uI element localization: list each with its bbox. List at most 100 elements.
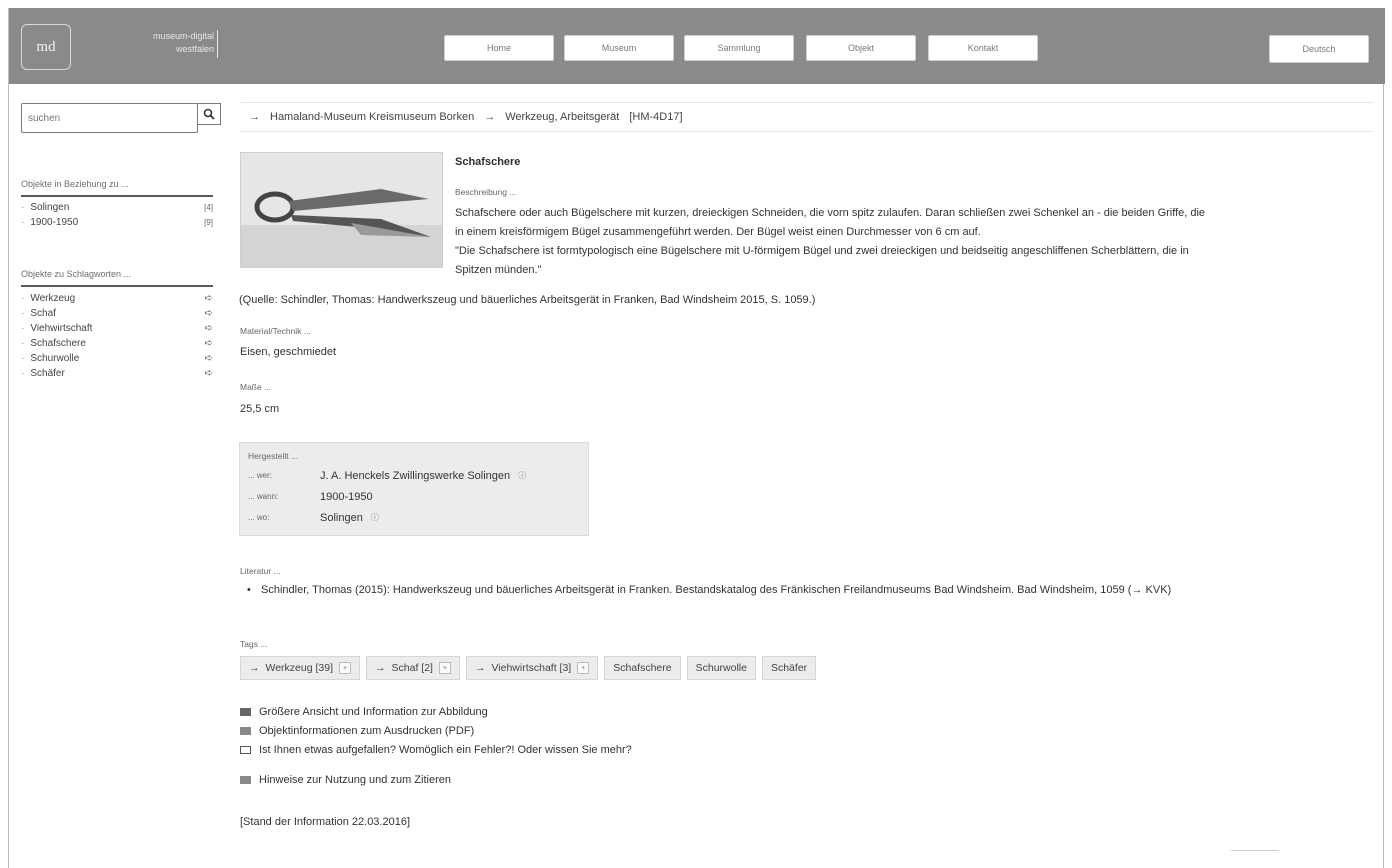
keywords-list: Werkzeug ➪ Schaf ➪ Viehwirtschaft ➪ Schafsc… bbox=[21, 291, 213, 381]
keyword-label: Schurwolle bbox=[21, 353, 79, 364]
object-image[interactable] bbox=[240, 152, 443, 268]
related-item-label: Solingen bbox=[21, 202, 69, 213]
nav-sammlung-button[interactable]: Sammlung bbox=[684, 35, 794, 61]
object-links: Größere Ansicht und Information zur Abbi… bbox=[240, 702, 632, 759]
production-who-key: ... wer: bbox=[248, 471, 273, 480]
page-frame: md museum-digital westfalen Home Museum … bbox=[8, 8, 1385, 868]
mail-icon bbox=[240, 745, 251, 754]
keyword-item-schaefer[interactable]: Schäfer ➪ bbox=[21, 366, 213, 381]
related-list: Solingen [4] 1900-1950 [9] bbox=[21, 200, 213, 230]
info-date: [Stand der Information 22.03.2016] bbox=[240, 816, 411, 828]
keyword-label: Schafschere bbox=[21, 338, 86, 349]
description-label: Beschreibung ... bbox=[455, 187, 517, 197]
link-label: Ist Ihnen etwas aufgefallen? Womöglich e… bbox=[259, 743, 632, 756]
nav-objekt-button[interactable]: Objekt bbox=[806, 35, 916, 61]
nav-home-button[interactable]: Home bbox=[444, 35, 554, 61]
keyword-label: Schäfer bbox=[21, 368, 64, 379]
brand-line-2: westfalen bbox=[175, 44, 214, 54]
keyword-label: Schaf bbox=[21, 308, 56, 319]
nav-kontakt-button[interactable]: Kontakt bbox=[928, 35, 1038, 61]
description-text: Schafschere oder auch Bügelschere mit ku… bbox=[455, 204, 1380, 280]
search-icon bbox=[203, 108, 215, 120]
link-larger-view[interactable]: Größere Ansicht und Information zur Abbi… bbox=[240, 702, 632, 721]
breadcrumb-museum[interactable]: Hamaland-Museum Kreismuseum Borken bbox=[270, 111, 474, 123]
keyword-item-viehwirtschaft[interactable]: Viehwirtschaft ➪ bbox=[21, 321, 213, 336]
related-item-solingen[interactable]: Solingen [4] bbox=[21, 200, 213, 215]
arrow-icon: → bbox=[249, 662, 260, 674]
tag-expand-icon[interactable]: + bbox=[577, 662, 590, 674]
tag-viehwirtschaft[interactable]: → Viehwirtschaft [3] + bbox=[465, 656, 599, 680]
link-print-pdf[interactable]: Objektinformationen zum Ausdrucken (PDF) bbox=[240, 721, 632, 740]
arrow-icon: → bbox=[249, 111, 260, 123]
arrow-icon: → bbox=[474, 662, 486, 674]
measure-label: Maße ... bbox=[240, 382, 272, 392]
print-icon bbox=[240, 726, 251, 735]
tag-schaf[interactable]: → Schaf [2] + bbox=[366, 656, 460, 680]
tag-schurwolle[interactable]: Schurwolle bbox=[686, 656, 756, 680]
document-icon bbox=[240, 776, 251, 784]
production-who-row: ... wer: J. A. Henckels Zwillingswerke S… bbox=[248, 465, 580, 486]
production-when-value[interactable]: 1900-1950 bbox=[320, 491, 373, 503]
literature-item[interactable]: Schindler, Thomas (2015): Handwerkszeug … bbox=[247, 582, 1367, 598]
image-icon bbox=[240, 707, 251, 716]
nav-museum-button[interactable]: Museum bbox=[564, 35, 674, 61]
production-box: Hergestellt ... ... wer: J. A. Henckels … bbox=[239, 442, 589, 536]
brand-line-1: museum-digital bbox=[152, 31, 214, 41]
tag-label: Werkzeug [39] bbox=[265, 662, 334, 674]
production-where-row: ... wo: Solingen ⓘ bbox=[248, 507, 580, 528]
description-line: "Die Schafschere ist formtypologisch ein… bbox=[455, 245, 1189, 257]
measure-value: 25,5 cm bbox=[240, 403, 280, 415]
search-box bbox=[21, 103, 221, 133]
info-icon[interactable]: ⓘ bbox=[371, 512, 379, 523]
arrow-right-icon: ➪ bbox=[204, 338, 213, 349]
description-line: in einem kreisförmigem Bügel zusammengef… bbox=[455, 226, 981, 238]
related-item-count: [4] bbox=[204, 203, 213, 212]
related-heading: Objekte in Beziehung zu ... bbox=[21, 179, 213, 197]
keyword-label: Viehwirtschaft bbox=[21, 323, 92, 334]
link-label: Hinweise zur Nutzung und zum Zitieren bbox=[259, 774, 451, 786]
tag-werkzeug[interactable]: → Werkzeug [39] + bbox=[240, 656, 361, 680]
tag-schafschere[interactable]: Schafschere bbox=[604, 656, 681, 680]
tag-schaefer[interactable]: Schäfer bbox=[761, 656, 817, 680]
related-item-period[interactable]: 1900-1950 [9] bbox=[21, 215, 213, 230]
material-label: Material/Technik ... bbox=[240, 326, 311, 336]
breadcrumb-inventory: [HM-4D17] bbox=[629, 111, 683, 123]
language-button[interactable]: Deutsch bbox=[1269, 35, 1369, 63]
production-where-key: ... wo: bbox=[248, 513, 270, 522]
keyword-item-werkzeug[interactable]: Werkzeug ➪ bbox=[21, 291, 213, 306]
related-item-label: 1900-1950 bbox=[21, 217, 78, 228]
search-button[interactable] bbox=[197, 103, 221, 125]
keyword-item-schafschere[interactable]: Schafschere ➪ bbox=[21, 336, 213, 351]
footer-divider bbox=[1231, 850, 1279, 851]
arrow-right-icon: ➪ bbox=[204, 323, 213, 334]
arrow-right-icon: ➪ bbox=[204, 293, 213, 304]
keywords-heading: Objekte zu Schlagworten ... bbox=[21, 269, 213, 287]
description-line: Schafschere oder auch Bügelschere mit ku… bbox=[455, 207, 1206, 219]
keyword-label: Werkzeug bbox=[21, 293, 75, 304]
keyword-item-schurwolle[interactable]: Schurwolle ➪ bbox=[21, 351, 213, 366]
production-when-row: ... wann: 1900-1950 bbox=[248, 486, 580, 507]
breadcrumb-collection[interactable]: Werkzeug, Arbeitsgerät bbox=[505, 111, 619, 123]
tag-expand-icon[interactable]: + bbox=[339, 662, 352, 674]
link-usage[interactable]: Hinweise zur Nutzung und zum Zitieren bbox=[240, 774, 451, 786]
tags-row: → Werkzeug [39] + → Schaf [2] + → Viehwi… bbox=[240, 656, 817, 680]
description-source: (Quelle: Schindler, Thomas: Handwerkszeu… bbox=[239, 294, 816, 306]
production-who-value[interactable]: J. A. Henckels Zwillingswerke Solingen bbox=[320, 470, 510, 482]
production-where-value[interactable]: Solingen bbox=[320, 512, 363, 524]
arrow-icon: → bbox=[375, 662, 386, 674]
search-input[interactable] bbox=[21, 103, 198, 133]
site-logo[interactable]: md bbox=[21, 24, 71, 70]
info-icon[interactable]: ⓘ bbox=[518, 470, 526, 481]
literature-label: Literatur ... bbox=[240, 566, 281, 576]
link-feedback[interactable]: Ist Ihnen etwas aufgefallen? Womöglich e… bbox=[240, 740, 632, 759]
keyword-item-schaf[interactable]: Schaf ➪ bbox=[21, 306, 213, 321]
site-header: md museum-digital westfalen Home Museum … bbox=[9, 8, 1385, 84]
link-label: Objektinformationen zum Ausdrucken (PDF) bbox=[259, 724, 475, 737]
arrow-right-icon: ➪ bbox=[204, 308, 213, 319]
tag-label: Viehwirtschaft [3] bbox=[491, 662, 572, 674]
object-title: Schafschere bbox=[455, 156, 521, 168]
arrow-right-icon: ➪ bbox=[204, 368, 213, 379]
tag-expand-icon[interactable]: + bbox=[438, 662, 451, 674]
site-brand[interactable]: museum-digital westfalen bbox=[114, 30, 214, 56]
production-when-key: ... wann: bbox=[248, 492, 279, 501]
